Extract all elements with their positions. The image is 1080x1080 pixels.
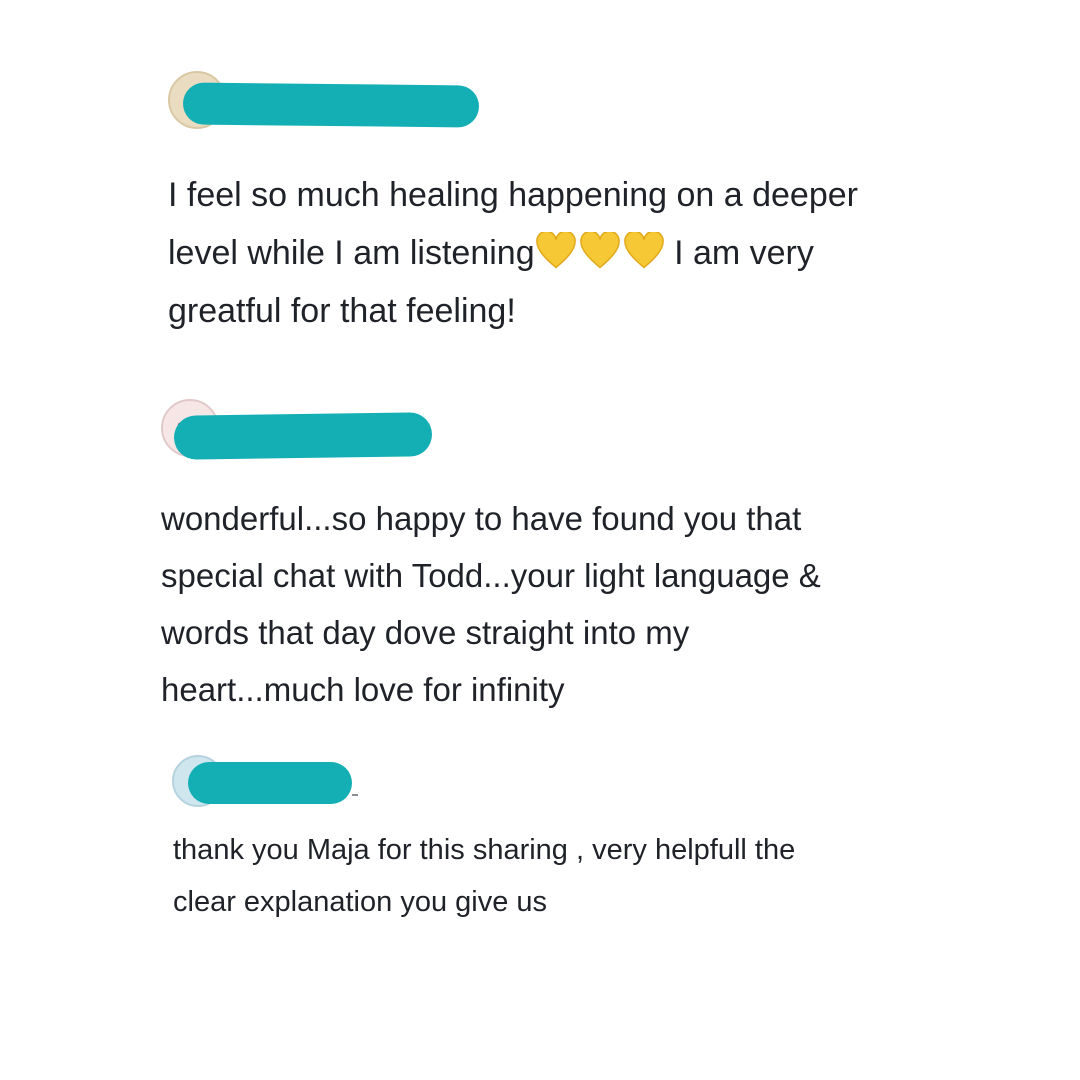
redacted-username <box>182 82 480 128</box>
comment-text: wonderful...so happy to have found you t… <box>161 500 821 708</box>
yellow-heart-icon <box>535 232 576 269</box>
yellow-heart-icon <box>579 232 620 269</box>
redacted-username <box>173 412 433 460</box>
comment-text: thank you Maja for this sharing , very h… <box>173 834 796 918</box>
username-fragment <box>352 794 358 796</box>
redacted-username <box>188 762 352 804</box>
heart-emoji-group <box>535 232 665 270</box>
yellow-heart-icon <box>623 232 664 269</box>
comment-text: I feel so much healing happening on a de… <box>168 166 928 340</box>
